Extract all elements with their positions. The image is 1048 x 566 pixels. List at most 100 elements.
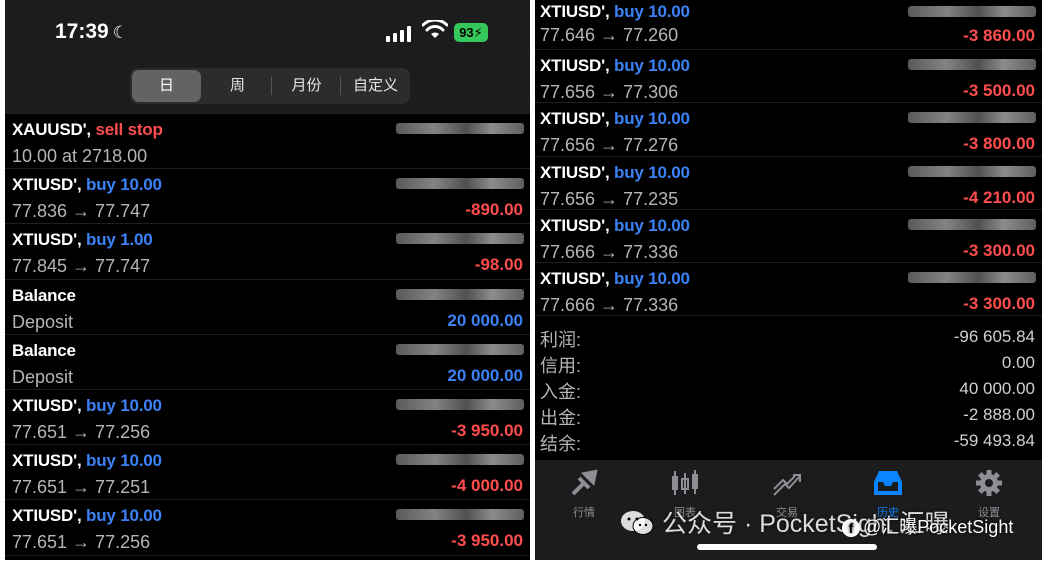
row-title: XTIUSD', buy 10.00 (12, 175, 162, 195)
redacted-timestamp (396, 509, 524, 521)
row-action: buy 1.00 (86, 230, 153, 250)
row-action: buy 10.00 (614, 109, 690, 129)
history-screen-left: 17:39 ☾ 93⚡ 日 周 月份 自定义 XAUUSD', sell stop… (5, 0, 530, 560)
row-amount: -3 860.00 (963, 26, 1035, 45)
period-selector: 日 周 月份 自定义 (5, 64, 530, 114)
redacted-timestamp (396, 288, 524, 300)
redacted-timestamp (396, 454, 524, 466)
history-row[interactable]: XTIUSD', buy 1.00 77.845 → 77.747 -98.00 (5, 224, 530, 280)
row-detail: 77.666 → 77.336 (540, 295, 679, 316)
history-row[interactable]: XTIUSD', buy 10.00 77.646 → 77.260 -3 860.… (535, 0, 1042, 50)
row-action: buy 10.00 (614, 269, 690, 289)
row-symbol: XTIUSD', (12, 451, 82, 471)
history-row[interactable]: Balance Deposit 20 000.00 (5, 280, 530, 335)
summary-value: 0.00 (1001, 353, 1035, 372)
redacted-timestamp (396, 123, 524, 134)
row-amount: -3 950.00 (451, 420, 523, 440)
row-detail: 77.656 → 77.306 (540, 82, 679, 102)
summary-value: -2 888.00 (963, 405, 1035, 424)
row-action: buy 10.00 (86, 451, 162, 471)
row-amount: -3 950.00 (451, 531, 523, 551)
gear-icon (959, 468, 1019, 498)
row-amount: -3 500.00 (963, 81, 1035, 100)
row-amount: 20 000.00 (447, 365, 523, 385)
summary-label: 入金: (540, 382, 582, 402)
redacted-timestamp (908, 6, 1036, 17)
row-detail: 77.656 → 77.235 (540, 188, 679, 209)
segment-custom[interactable]: 自定义 (341, 68, 410, 104)
row-detail: 77.836 → 77.747 (12, 201, 151, 222)
row-title: XAUUSD', sell stop (12, 120, 163, 140)
history-row[interactable]: XTIUSD', buy 10.00 77.651 → 77.256 -3 950.… (5, 390, 530, 446)
row-symbol: XTIUSD', (540, 109, 610, 129)
segment-month[interactable]: 月份 (272, 68, 341, 104)
account-summary: 利润: -96 605.84 信用: 0.00 入金: 40 000.00 出金: -2 88… (535, 324, 1042, 454)
home-indicator (697, 544, 877, 550)
trade-icon (757, 468, 817, 498)
history-row[interactable]: XAUUSD', sell stop 10.00 at 2718.00 (5, 114, 530, 170)
row-amount: -890.00 (465, 200, 523, 220)
row-title: XTIUSD', buy 10.00 (540, 56, 690, 76)
wechat-icon (621, 511, 654, 535)
row-symbol: XTIUSD', (540, 56, 610, 75)
history-row[interactable]: XTIUSD', buy 10.00 77.651 → 77.256 -3 950.… (5, 500, 530, 556)
row-amount: -4 210.00 (963, 187, 1035, 207)
row-title: XTIUSD', buy 10.00 (12, 396, 162, 416)
row-detail: 77.656 → 77.276 (540, 135, 679, 156)
redacted-timestamp (908, 272, 1036, 284)
history-row[interactable]: XTIUSD', buy 10.00 77.836 → 77.747 -890.00 (5, 169, 530, 225)
status-bar: 17:39 ☾ 93⚡ (5, 0, 530, 64)
row-action: buy 10.00 (614, 215, 690, 235)
row-action: buy 10.00 (614, 162, 690, 182)
history-icon (858, 468, 918, 498)
tab-quotes[interactable]: 行情 (554, 468, 614, 520)
history-row[interactable]: XTIUSD', buy 10.00 77.666 → 77.336 -3 300.… (535, 263, 1042, 317)
segment-day[interactable]: 日 (132, 70, 201, 102)
signal-icon (386, 26, 414, 42)
row-action: buy 10.00 (614, 2, 690, 21)
row-detail: Deposit (12, 366, 74, 387)
history-screen-right: XTIUSD', buy 10.00 77.646 → 77.260 -3 860.… (535, 0, 1042, 560)
facebook-icon: f (842, 519, 860, 537)
redacted-timestamp (908, 59, 1036, 70)
history-row[interactable]: XTIUSD', buy 10.00 77.656 → 77.276 -3 800.… (535, 103, 1042, 157)
history-row[interactable]: XTIUSD', buy 10.00 77.656 → 77.306 -3 500.… (535, 50, 1042, 104)
history-row[interactable]: XTIUSD', buy 10.00 77.651 → 77.251 -4 000.… (5, 445, 530, 501)
history-row[interactable]: XTIUSD', buy 10.00 77.666 → 77.336 -3 300.… (535, 210, 1042, 264)
row-title: XTIUSD', buy 10.00 (540, 269, 690, 289)
row-title: XTIUSD', buy 10.00 (540, 163, 690, 183)
history-row[interactable]: Balance Deposit 20 000.00 (5, 335, 530, 390)
quotes-icon (554, 468, 614, 498)
summary-row: 信用: 0.00 (535, 350, 1042, 376)
row-title: Balance (12, 286, 76, 306)
redacted-timestamp (396, 233, 524, 245)
row-amount: -98.00 (474, 255, 523, 275)
row-amount: -3 300.00 (963, 294, 1035, 314)
row-symbol: Balance (12, 285, 76, 305)
row-symbol: XTIUSD', (12, 506, 82, 526)
row-detail: 77.651 → 77.251 (12, 477, 151, 498)
redacted-timestamp (908, 112, 1036, 124)
row-action: buy 10.00 (86, 395, 162, 415)
row-detail: 77.845 → 77.747 (12, 256, 151, 277)
redacted-timestamp (908, 218, 1036, 230)
row-symbol: XTIUSD', (540, 215, 610, 235)
history-list-left: XAUUSD', sell stop 10.00 at 2718.00 XTIUSD… (5, 114, 530, 556)
wifi-icon (422, 20, 448, 38)
row-action: sell stop (95, 120, 163, 139)
row-symbol: XTIUSD', (12, 230, 82, 250)
row-title: XTIUSD', buy 10.00 (540, 216, 690, 236)
segmented-control: 日 周 月份 自定义 (130, 68, 410, 104)
segment-week[interactable]: 周 (203, 68, 272, 104)
row-action: buy 10.00 (86, 175, 162, 195)
row-symbol: Balance (12, 340, 76, 360)
row-symbol: XAUUSD', (12, 120, 91, 139)
history-row[interactable]: XTIUSD', buy 10.00 77.656 → 77.235 -4 210.… (535, 157, 1042, 210)
row-detail: 77.666 → 77.336 (540, 241, 679, 262)
battery-indicator: 93⚡ (454, 23, 488, 42)
summary-value: -96 605.84 (953, 327, 1035, 346)
row-detail: Deposit (12, 311, 74, 332)
history-list-right: XTIUSD', buy 10.00 77.646 → 77.260 -3 860.… (535, 0, 1042, 317)
row-title: XTIUSD', buy 10.00 (12, 451, 162, 471)
row-amount: -4 000.00 (451, 476, 523, 496)
